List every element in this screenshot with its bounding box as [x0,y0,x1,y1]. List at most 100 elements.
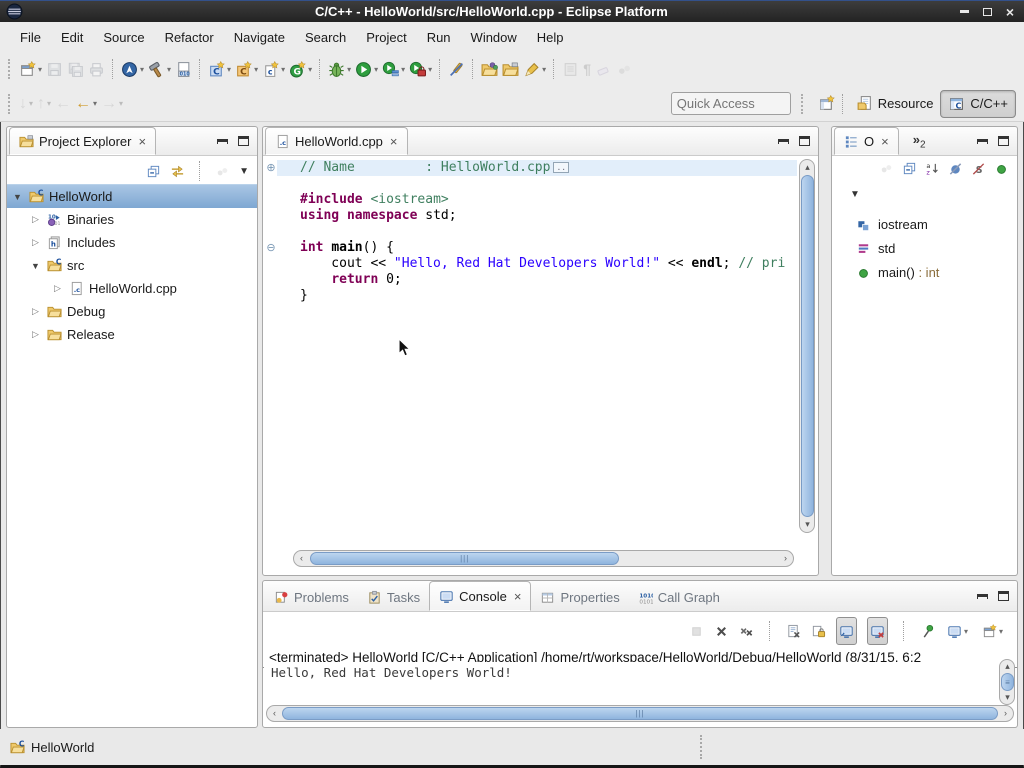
toggle-annotations-button[interactable] [446,56,467,82]
fold-expanded-icon[interactable]: ⊖ [264,241,278,254]
menu-help[interactable]: Help [527,26,574,49]
minimize-editor-button[interactable] [778,139,789,144]
open-console-button[interactable]: ▾ [980,618,1005,644]
console-output[interactable]: Hello, Red Hat Developers World! [264,662,999,704]
menu-search[interactable]: Search [295,26,356,49]
fold-collapsed-icon[interactable]: ⊕ [264,161,278,174]
minimize-view-button[interactable] [977,594,988,599]
collapse-all-icon[interactable] [146,164,161,179]
tab-helloworld-cpp[interactable]: HelloWorld.cpp × [265,127,408,155]
menu-run[interactable]: Run [417,26,461,49]
window-minimize-button[interactable] [960,10,969,13]
tab-problems[interactable]: Problems [265,583,358,611]
tab-properties[interactable]: Properties [531,583,628,611]
debug-button[interactable]: ▾ [326,56,353,82]
editor-vertical-scrollbar[interactable]: ▴ ▾ [799,159,815,533]
tab-outline[interactable]: O × [834,127,899,155]
hide-non-public-icon[interactable] [994,161,1009,176]
tree-item-src[interactable]: ▼ src [7,254,257,277]
maximize-view-button[interactable] [998,591,1009,601]
show-on-stdout-toggle[interactable] [836,617,857,645]
binary-parser-button[interactable] [173,56,194,82]
menu-source[interactable]: Source [93,26,154,49]
menu-window[interactable]: Window [461,26,527,49]
remove-launch-icon[interactable] [714,624,729,639]
maximize-view-button[interactable] [238,136,249,146]
quick-access-input[interactable] [671,92,791,115]
console-vertical-scrollbar[interactable]: ▴ ≡ ▾ [999,659,1015,705]
outline-item-std[interactable]: std [832,236,1017,260]
open-perspective-button[interactable] [816,91,837,117]
outline-item-iostream[interactable]: iostream [832,212,1017,236]
tree-item-includes[interactable]: ▷ Includes [7,231,257,254]
tree-item-helloworld-project[interactable]: ▼ HelloWorld [7,184,257,208]
maximize-editor-button[interactable] [799,136,810,146]
close-icon[interactable]: × [514,590,522,603]
console-horizontal-scrollbar[interactable]: ‹ ||| › [266,705,1014,722]
window-maximize-button[interactable] [983,8,992,16]
perspective-cpp-button[interactable]: C/C++ [940,90,1016,118]
remove-all-launches-icon[interactable] [739,624,754,639]
hide-static-icon[interactable] [971,161,986,176]
perspective-resource-button[interactable]: Resource [849,91,941,117]
editor-horizontal-scrollbar[interactable]: ‹ ||| › [293,550,794,567]
external-tools-button[interactable]: ▾ [119,56,146,82]
profile-button[interactable]: ▾ [380,56,407,82]
pin-console-icon[interactable] [920,624,935,639]
tab-call-graph[interactable]: Call Graph [629,583,729,611]
new-c-project-button[interactable]: ▾ [206,56,233,82]
tree-item-release[interactable]: ▷ Release [7,323,257,346]
tree-item-debug[interactable]: ▷ Debug [7,300,257,323]
g-plus-button[interactable]: ▾ [287,56,314,82]
save-all-button [65,56,86,82]
tab-project-explorer[interactable]: Project Explorer × [9,127,156,155]
collapse-all-icon[interactable] [902,161,917,176]
run-button[interactable]: ▾ [353,56,380,82]
display-console-button[interactable]: ▾ [945,618,970,644]
scrollbar-thumb[interactable]: ||| [282,707,998,720]
link-with-editor-icon[interactable] [170,164,185,179]
code-editor[interactable]: ⊕ ⊖ // Name : HelloWorld.cpp.. #include … [264,157,817,535]
show-on-stderr-toggle[interactable] [867,617,888,645]
menu-refactor[interactable]: Refactor [155,26,224,49]
menu-file[interactable]: File [10,26,51,49]
tab-tasks[interactable]: Tasks [358,583,429,611]
run-configurations-button[interactable]: ▾ [407,56,434,82]
window-close-button[interactable]: × [1006,6,1014,18]
new-wizard-button[interactable]: ▾ [17,56,44,82]
maximize-view-button[interactable] [998,136,1009,146]
scrollbar-thumb[interactable] [801,175,814,517]
outline-item-main[interactable]: main() : int [832,260,1017,284]
minimize-view-button[interactable] [977,139,988,144]
back-button[interactable]: ←▾ [73,91,99,117]
close-icon[interactable]: × [138,135,146,148]
new-source-file-button[interactable]: ▾ [260,56,287,82]
open-element-icon [481,61,498,78]
tab-console[interactable]: Console × [429,581,531,611]
menu-edit[interactable]: Edit [51,26,93,49]
scrollbar-thumb[interactable]: ≡ [1001,673,1014,691]
clear-console-icon[interactable] [786,624,801,639]
tree-item-binaries[interactable]: ▷ Binaries [7,208,257,231]
view-menu-icon[interactable]: ▼ [239,166,249,177]
public-method-icon [856,265,871,280]
tree-item-helloworld-cpp[interactable]: ▷ HelloWorld.cpp [7,277,257,300]
chevron-down-icon[interactable]: ▾ [38,65,42,74]
minimize-view-button[interactable] [217,139,228,144]
scrollbar-thumb[interactable]: ||| [310,552,619,565]
search-marker-button[interactable]: ▾ [521,56,548,82]
open-element-button[interactable] [479,56,500,82]
close-icon[interactable]: × [881,135,889,148]
new-cpp-class-button[interactable]: ▾ [233,56,260,82]
open-resource-button[interactable] [500,56,521,82]
menu-navigate[interactable]: Navigate [224,26,295,49]
build-all-button[interactable]: ▾ [146,56,173,82]
view-menu-icon[interactable]: ▼ [850,189,860,200]
sort-icon[interactable] [925,161,940,176]
hide-fields-icon[interactable] [948,161,963,176]
close-icon[interactable]: × [390,135,398,148]
folded-region-indicator[interactable]: .. [553,162,569,173]
menu-project[interactable]: Project [356,26,416,49]
view-stack-overflow[interactable]: »2 [913,132,926,151]
scroll-lock-icon[interactable] [811,624,826,639]
